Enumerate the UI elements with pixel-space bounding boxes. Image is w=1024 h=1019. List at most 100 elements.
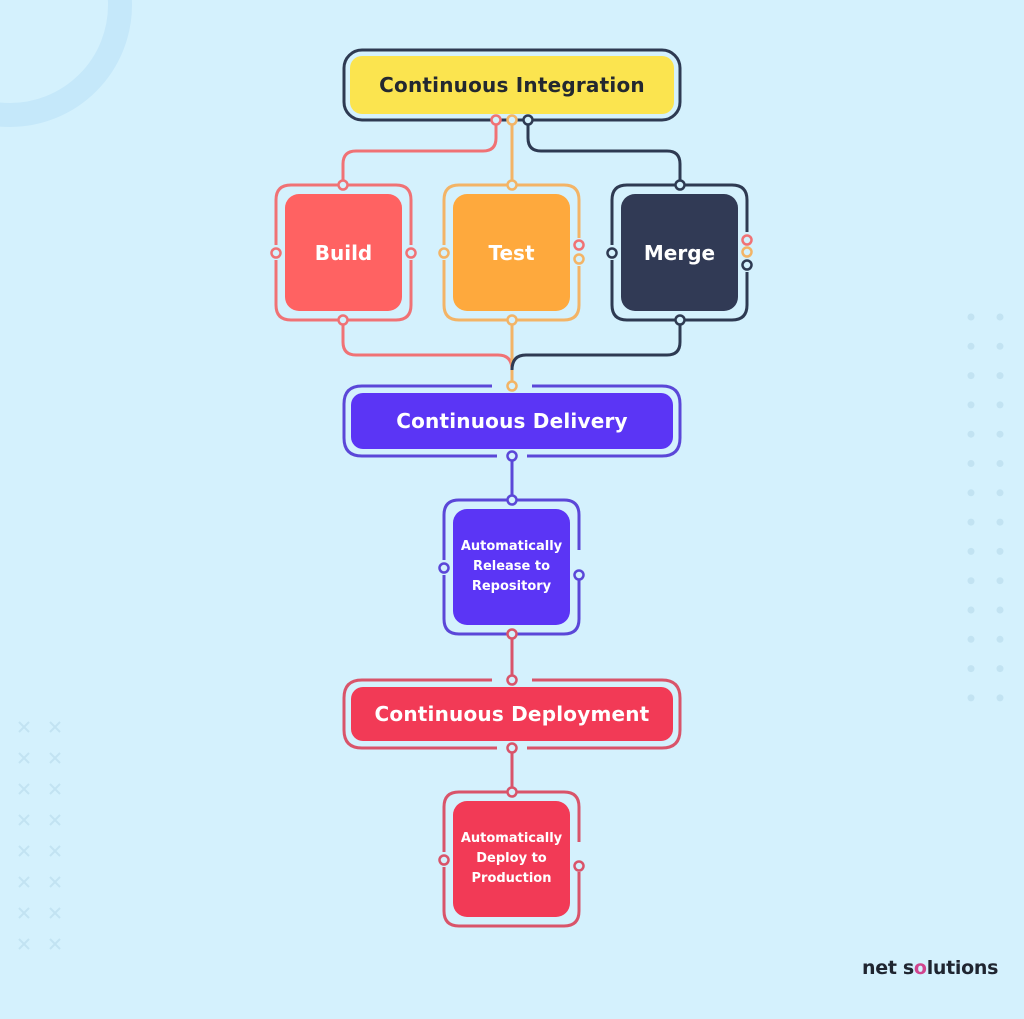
decor-dot [967, 694, 975, 702]
release-to-repository-node: Automatically Release to Repository [453, 509, 570, 625]
connector-node-merge-right-2 [741, 246, 753, 258]
decor-arc [0, 0, 132, 127]
release-line-2: Release to [472, 559, 551, 574]
connector-node-build-right [405, 247, 417, 259]
decor-dot [996, 635, 1004, 643]
decor-dot [967, 460, 975, 467]
merge-node: Merge [621, 194, 738, 311]
connector-ci-build [341, 120, 498, 185]
decor-cross-grid [18, 721, 61, 950]
decor-dot [967, 577, 975, 585]
connector-node-test-right-1 [573, 239, 585, 251]
continuous-deployment-node: Continuous Deployment [351, 687, 673, 741]
continuous-delivery-node: Continuous Delivery [351, 393, 673, 449]
decor-cross [49, 783, 61, 795]
decor-dot [967, 665, 975, 673]
decor-dot [996, 694, 1004, 702]
connector-node-build-left [270, 247, 282, 259]
decor-cross [18, 721, 30, 733]
connector-node-test-left [438, 247, 450, 259]
connector-node-merge-bottom [674, 314, 686, 326]
decor-dot [996, 460, 1004, 467]
decor-dot [996, 430, 1004, 438]
decor-cross [49, 876, 61, 888]
logo-o-glyph: o [913, 957, 927, 979]
decor-dot [967, 547, 975, 555]
decor-cross [49, 938, 61, 950]
decor-dot [967, 342, 975, 350]
decor-cross [49, 814, 61, 826]
test-node: Test [453, 194, 570, 311]
connector-node-deployment-top [506, 674, 518, 686]
decor-dot [967, 489, 975, 497]
production-line-2: Deploy to [476, 851, 547, 866]
decor-cross [18, 845, 30, 857]
decor-dot [967, 518, 975, 526]
decor-dot [996, 606, 1004, 614]
test-label: Test [488, 240, 535, 265]
decor-cross [49, 752, 61, 764]
decor-cross [49, 845, 61, 857]
merge-label: Merge [643, 240, 716, 265]
release-line-3: Repository [471, 579, 552, 594]
decor-dot [996, 401, 1004, 409]
decor-cross [49, 721, 61, 733]
decor-dot [996, 342, 1004, 350]
decor-dot [967, 430, 975, 438]
decor-cross [18, 907, 30, 919]
production-line-3: Production [471, 871, 552, 886]
decor-cross [49, 907, 61, 919]
build-label: Build [314, 240, 373, 265]
connector-node-ci-merge [522, 114, 534, 126]
decor-dot [967, 606, 975, 614]
logo-text-start: net s [862, 957, 914, 979]
decor-dot [996, 518, 1004, 526]
decor-dot [996, 313, 1004, 321]
decor-cross [18, 938, 30, 950]
connector-node-production-top [506, 786, 518, 798]
build-node: Build [285, 194, 402, 311]
decor-dot [967, 635, 975, 643]
decor-dot [996, 489, 1004, 497]
connector-node-release-top [506, 494, 518, 506]
decor-cross [18, 814, 30, 826]
connector-node-merge-right-1 [741, 234, 753, 246]
continuous-integration-node: Continuous Integration [350, 56, 674, 114]
connector-node-release-right [573, 569, 585, 581]
continuous-integration-label: Continuous Integration [379, 73, 645, 97]
connector-ci-merge [526, 120, 682, 185]
decor-cross [18, 783, 30, 795]
connector-node-test-bottom [506, 314, 518, 326]
decor-dot [996, 372, 1004, 380]
connector-merge-delivery [510, 320, 682, 371]
connector-node-deployment-bottom [506, 742, 518, 754]
connector-node-test-right-2 [573, 253, 585, 265]
connector-node-build-top [337, 179, 349, 191]
continuous-deployment-label: Continuous Deployment [374, 702, 650, 726]
decor-cross [18, 752, 30, 764]
connector-node-test-top [506, 179, 518, 191]
connector-node-production-left [438, 854, 450, 866]
connector-node-delivery-bottom [506, 450, 518, 462]
connector-node-release-bottom [506, 628, 518, 640]
logo-text-end: lutions [926, 957, 999, 979]
connector-build-delivery [341, 320, 514, 371]
connector-node-ci-build [490, 114, 502, 126]
decor-dot [996, 547, 1004, 555]
diagram-canvas: Continuous Integration Build Test Merge … [0, 0, 1024, 1019]
production-line-1: Automatically [460, 831, 563, 846]
decor-dot [967, 372, 975, 380]
decor-dot [967, 401, 975, 409]
net-solutions-logo: net solutions [862, 957, 998, 979]
connector-node-build-bottom [337, 314, 349, 326]
connector-node-ci-test [506, 114, 518, 126]
connector-node-production-right [573, 860, 585, 872]
continuous-delivery-label: Continuous Delivery [396, 409, 628, 433]
connector-node-delivery-top [506, 380, 518, 392]
decor-dot [967, 313, 975, 321]
deploy-to-production-node: Automatically Deploy to Production [453, 801, 570, 917]
release-line-1: Automatically [460, 539, 563, 554]
connector-node-merge-top [674, 179, 686, 191]
connector-node-merge-left [606, 247, 618, 259]
decor-dot [996, 577, 1004, 585]
